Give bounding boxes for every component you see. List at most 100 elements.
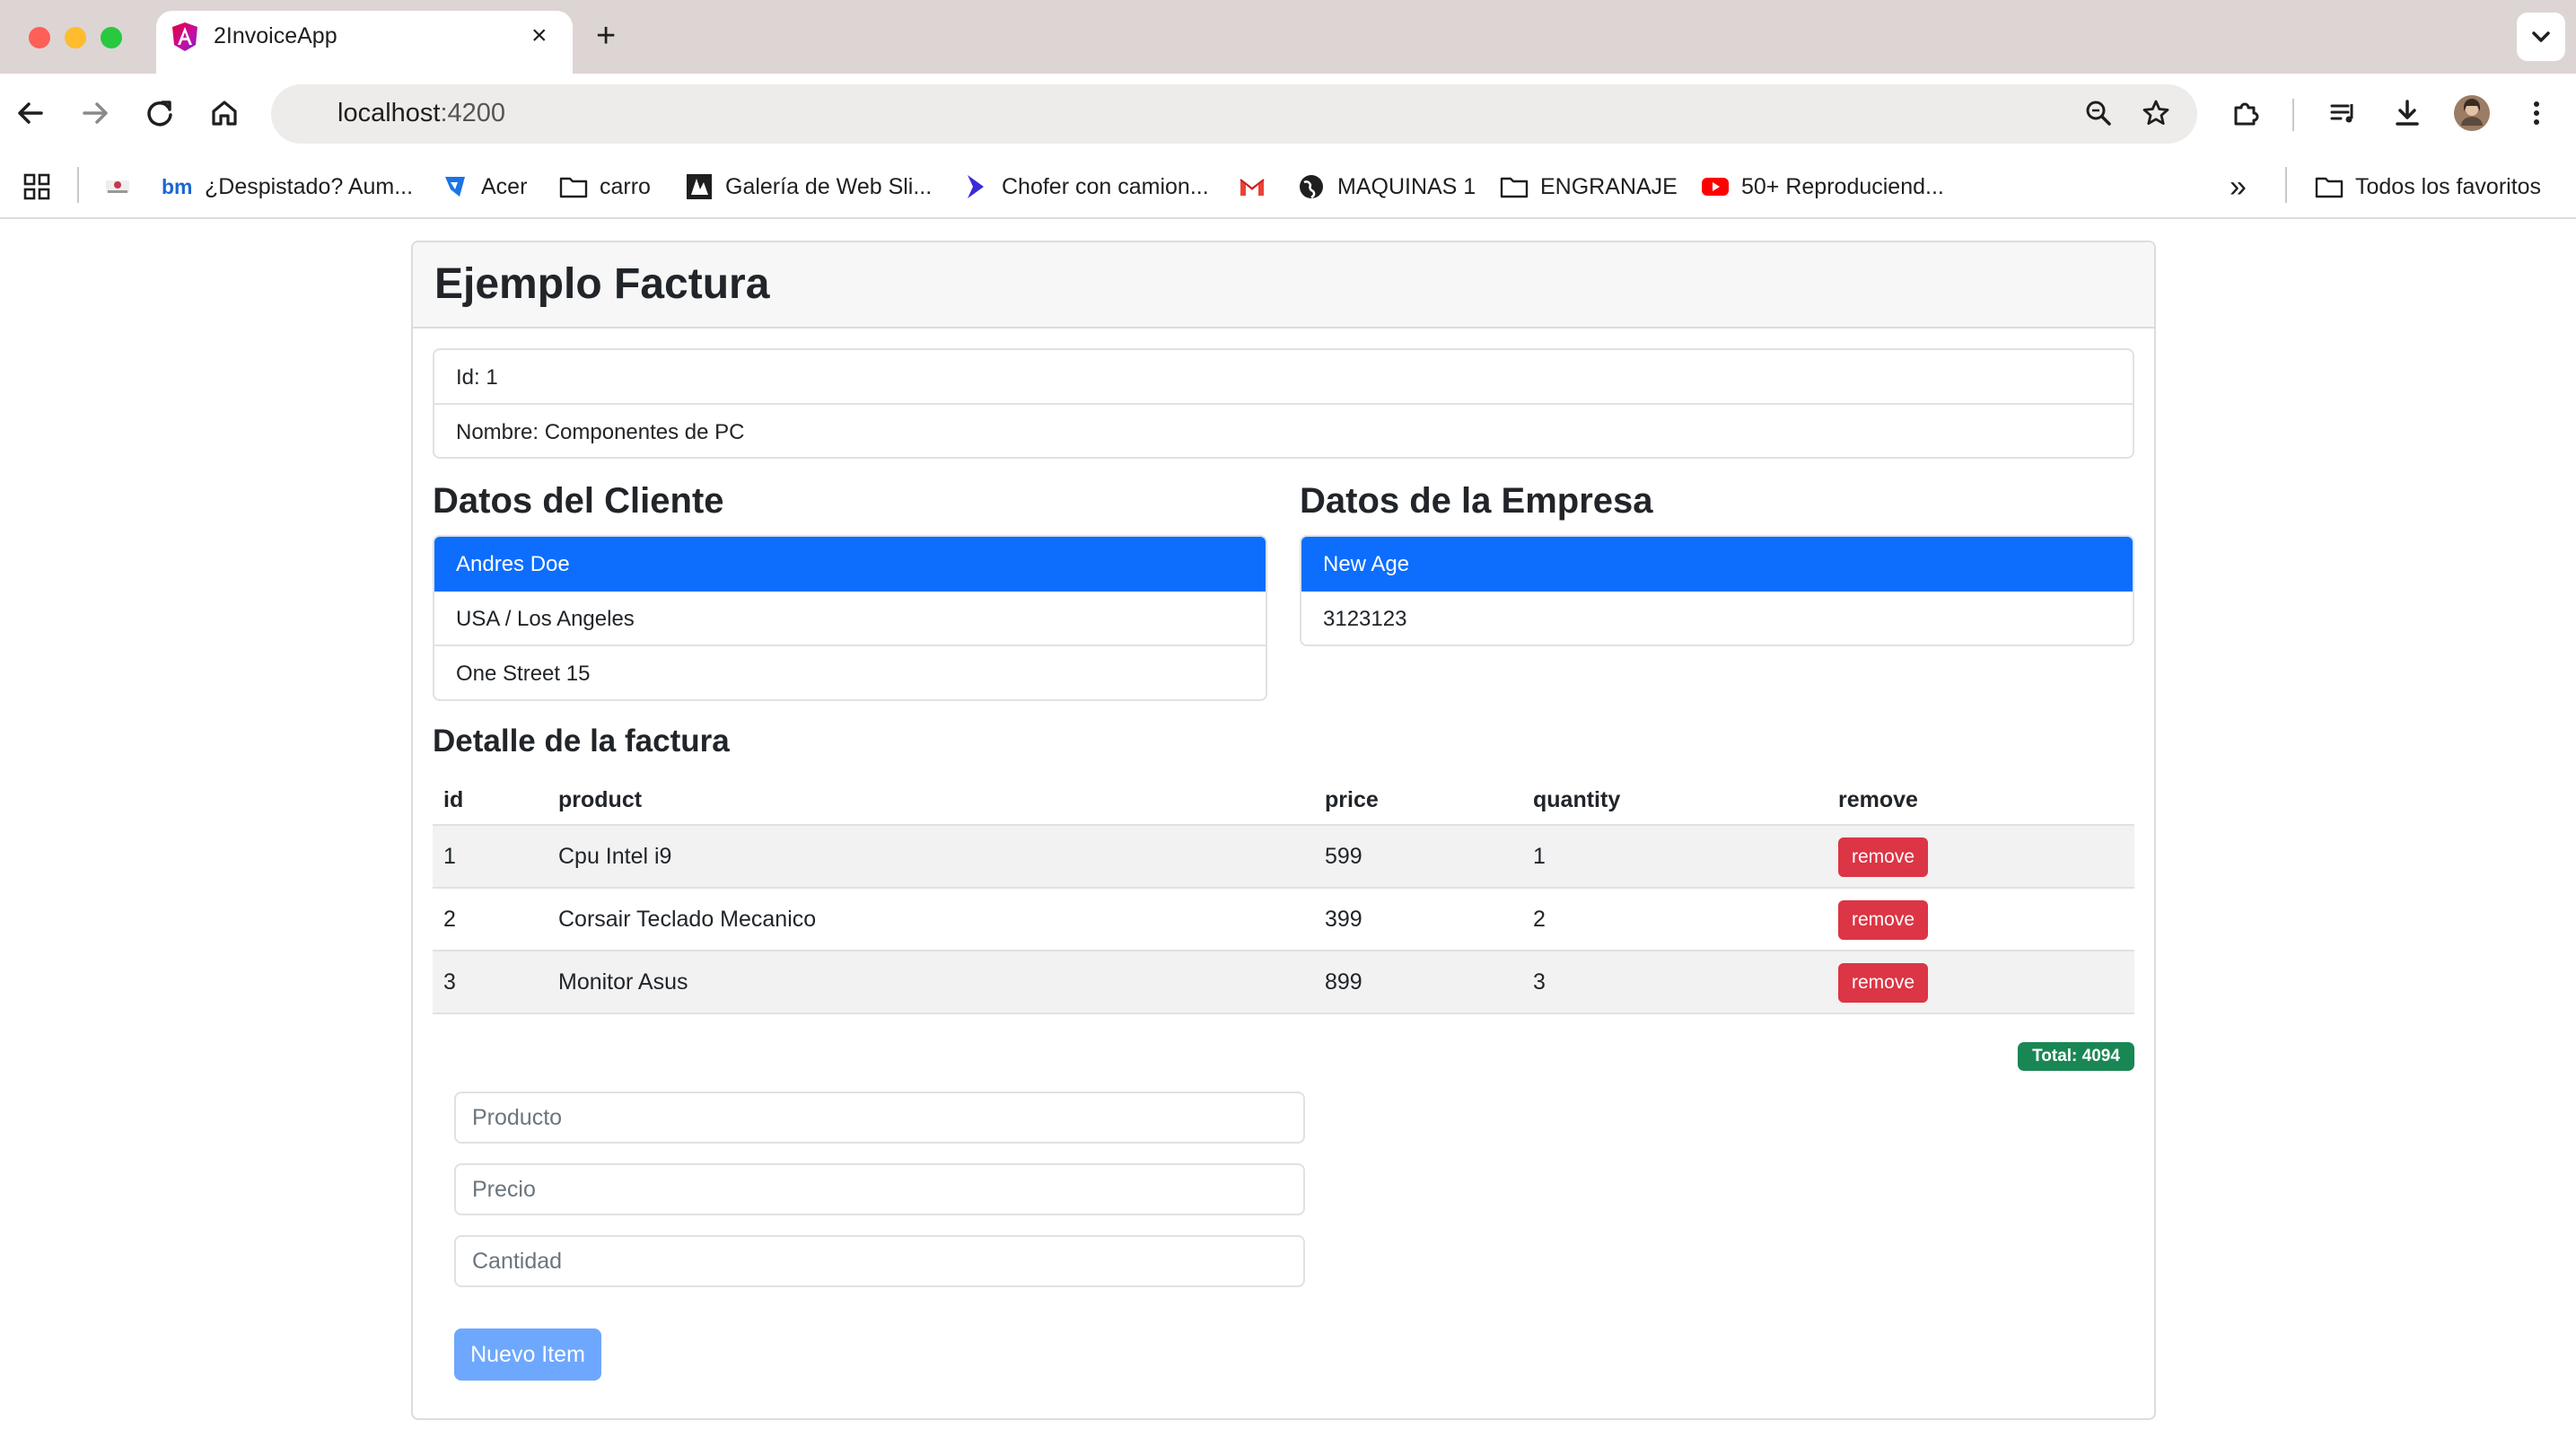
client-name: Andres Doe [434,537,1266,592]
table-divider [433,1013,2134,1014]
bookmark-label: ENGRANAJE [1540,173,1678,199]
extensions-icon[interactable] [2224,92,2267,135]
gmail-icon [1240,179,1265,196]
bookmark-label: Acer [481,173,528,199]
address-bar[interactable] [271,84,2197,144]
bookmark-galeria[interactable]: Galería de Web Sli... [684,169,932,205]
download-icon[interactable] [2386,92,2429,135]
new-item-button[interactable]: Nuevo Item [454,1328,601,1381]
client-list: Andres Doe USA / Los Angeles One Street … [433,535,1267,701]
url-port: :4200 [440,99,506,127]
item-id: 2 [443,907,456,932]
company-list: New Age 3123123 [1300,535,2134,646]
forward-arrow-icon[interactable] [74,92,117,135]
table-row: 1 Cpu Intel i9 599 1 remove [433,824,2134,887]
item-quantity: 1 [1533,844,1546,869]
table-row: 2 Corsair Teclado Mecanico 399 2 remove [433,887,2134,950]
close-window-button[interactable] [29,27,50,48]
media-controls-icon[interactable] [2321,92,2364,135]
column-header-remove: remove [1838,787,1918,812]
bookmark-label: carro [600,173,651,199]
item-price: 399 [1325,907,1362,932]
card-header: Ejemplo Factura [413,242,2154,329]
detail-heading: Detalle de la factura [433,723,730,758]
web-slice-icon [687,174,712,199]
folder-icon [2315,177,2344,198]
product-input[interactable] [454,1092,1305,1144]
maximize-window-button[interactable] [101,27,122,48]
acer-icon [445,177,465,197]
bookmark-label: ¿Despistado? Aum... [205,173,414,199]
bookmark-acer[interactable]: Acer [440,169,527,205]
item-product: Cpu Intel i9 [558,844,672,869]
site-logo-icon [106,180,129,193]
back-arrow-icon[interactable] [9,92,52,135]
tab-title: 2InvoiceApp [214,23,337,48]
company-heading: Datos de la Empresa [1300,481,1653,521]
bookmark-all-favorites[interactable]: Todos los favoritos [2314,169,2541,205]
browser-toolbar: localhost:4200 [0,74,2576,201]
reload-icon[interactable] [138,92,181,135]
bookmark-label: 50+ Reproduciend... [1741,173,1944,199]
bookmark-label: Todos los favoritos [2355,173,2542,199]
bookmark-youtube[interactable]: 50+ Reproduciend... [1700,169,1944,205]
bookmark-chofer[interactable]: Chofer con camion... [960,169,1209,205]
remove-item-button[interactable]: remove [1838,900,1928,940]
client-location: USA / Los Angeles [434,592,1266,646]
page-title: Ejemplo Factura [434,260,770,308]
item-product: Monitor Asus [558,969,688,995]
url-text[interactable]: localhost:4200 [337,99,505,128]
minimize-window-button[interactable] [65,27,86,48]
item-price: 899 [1325,969,1362,995]
bookmark-label: Chofer con camion... [1002,173,1209,199]
folder-icon [1500,177,1529,198]
apps-grid-icon [23,173,50,200]
new-tab-button[interactable]: + [596,18,616,54]
browser-tab-bar: 2InvoiceApp × + [0,0,2576,74]
item-quantity: 2 [1533,907,1546,932]
tab-search-button[interactable] [2517,13,2565,61]
bookmark-label: MAQUINAS 1 [1337,173,1476,199]
client-address: One Street 15 [456,662,591,686]
item-quantity: 3 [1533,969,1546,995]
table-row: 3 Monitor Asus 899 3 remove [433,950,2134,1013]
bookmarks-bar: bm ¿Despistado? Aum... Acer carro Galerí… [0,154,2576,219]
remove-item-button[interactable]: remove [1838,837,1928,877]
column-header-product: product [558,787,643,812]
quantity-input[interactable] [454,1235,1305,1287]
angular-logo-icon [172,22,197,51]
company-number: 3123123 [1323,607,1407,631]
price-input[interactable] [454,1163,1305,1215]
bookmark-star-icon[interactable] [2134,92,2177,135]
profile-avatar[interactable] [2450,92,2493,135]
more-menu-icon[interactable] [2515,92,2558,135]
bookmark-engranaje[interactable]: ENGRANAJE [1499,169,1678,205]
item-product: Corsair Teclado Mecanico [558,907,817,932]
invoice-name: Nombre: Componentes de PC [456,420,745,444]
column-header-id: id [443,787,464,812]
home-icon[interactable] [203,92,246,135]
column-header-price: price [1325,787,1379,812]
bookmark-maquinas[interactable]: MAQUINAS 1 [1296,169,1476,205]
zoom-icon[interactable] [2077,92,2120,135]
bookmark-carro[interactable]: carro [558,169,651,205]
bookmark-label: Galería de Web Sli... [725,173,933,199]
more-bookmarks-icon[interactable]: » [2230,169,2247,205]
bookmark-despistado[interactable]: bm ¿Despistado? Aum... [162,169,413,205]
url-host: localhost [337,99,441,127]
bookmark-site[interactable] [102,169,144,205]
item-id: 1 [443,844,456,869]
remove-item-button[interactable]: remove [1838,963,1928,1003]
column-header-quantity: quantity [1533,787,1621,812]
close-tab-icon[interactable]: × [531,20,548,52]
item-price: 599 [1325,844,1362,869]
invoice-info-list: Id: 1 Nombre: Componentes de PC [433,348,2134,459]
company-name: New Age [1301,537,2133,592]
bookmark-apps[interactable] [22,169,63,205]
youtube-icon [1702,178,1729,196]
client-heading: Datos del Cliente [433,481,724,521]
total-badge: Total: 4094 [2018,1042,2134,1071]
chevron-logo-icon [968,175,984,198]
bookmark-gmail[interactable] [1237,169,1278,205]
bm-logo-icon: bm [162,175,193,198]
